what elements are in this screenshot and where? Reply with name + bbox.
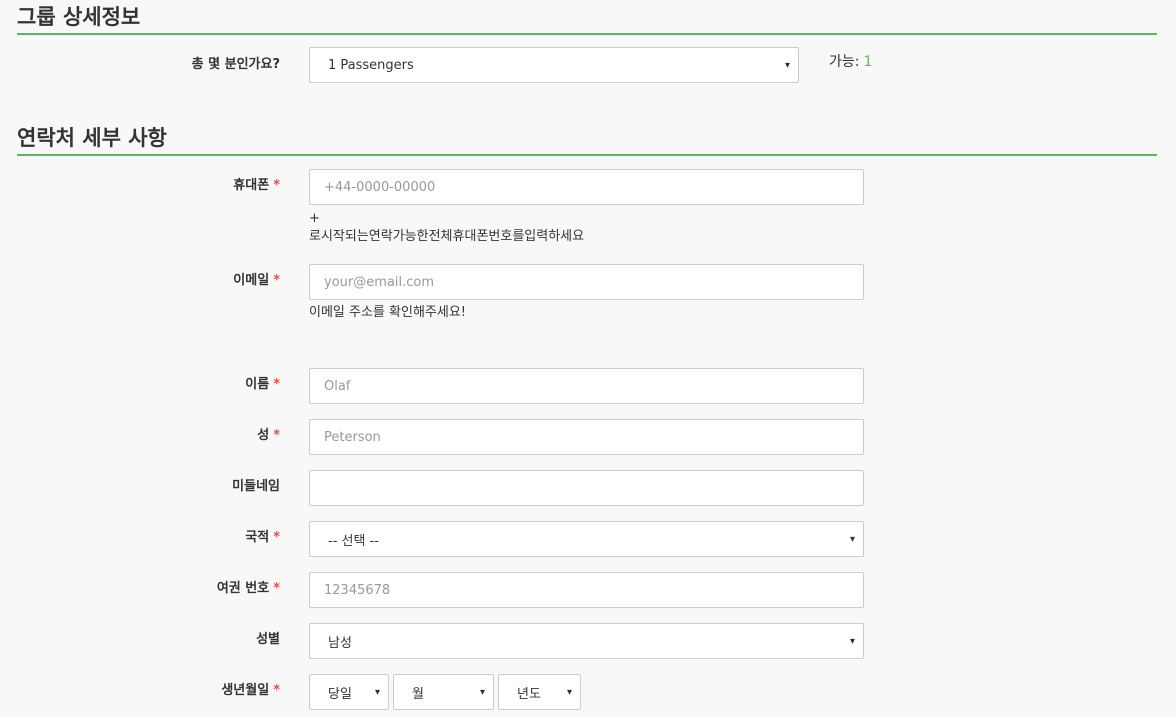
contact-details-divider	[17, 154, 1157, 156]
nationality-label: 국적 *	[245, 530, 280, 545]
required-marker: *	[273, 581, 280, 596]
birth-year-select[interactable]: 년도 ▾	[498, 674, 581, 710]
first-name-label: 이름 *	[245, 377, 280, 392]
required-marker: *	[273, 428, 280, 443]
middle-name-input[interactable]	[309, 470, 864, 506]
last-name-input[interactable]	[309, 419, 864, 455]
birth-year-value: 년도	[517, 686, 541, 702]
passengers-label: 총 몇 분인가요?	[191, 57, 280, 72]
availability-label: 가능:	[829, 54, 860, 70]
required-marker: *	[273, 377, 280, 392]
chevron-down-icon: ▾	[784, 59, 790, 71]
required-marker: *	[273, 273, 280, 288]
middle-name-label: 미들네임	[232, 479, 280, 494]
required-marker: *	[273, 683, 280, 698]
passport-input[interactable]	[309, 572, 864, 608]
phone-help-text: + 로시작되는연락가능한전체휴대폰번호를입력하세요	[309, 211, 585, 244]
birthdate-label: 생년월일 *	[221, 683, 280, 698]
availability-indicator: 가능: 1	[829, 52, 872, 72]
birth-day-select[interactable]: 당일 ▾	[309, 674, 389, 710]
passengers-select[interactable]: 1 Passengers ▾	[309, 47, 799, 83]
gender-select[interactable]: 남성 ▾	[309, 623, 864, 659]
chevron-down-icon: ▾	[374, 686, 380, 698]
email-help-text: 이메일 주소를 확인해주세요!	[309, 305, 466, 320]
nationality-select-value: -- 선택 --	[328, 533, 379, 549]
email-label: 이메일 *	[233, 273, 280, 288]
email-input[interactable]	[309, 264, 864, 300]
chevron-down-icon: ▾	[479, 686, 485, 698]
birth-month-value: 월	[412, 686, 424, 702]
last-name-label: 성 *	[257, 428, 280, 443]
phone-input[interactable]	[309, 169, 864, 205]
passport-label: 여권 번호 *	[216, 581, 280, 596]
required-marker: *	[273, 178, 280, 193]
availability-count: 1	[863, 54, 873, 70]
first-name-input[interactable]	[309, 368, 864, 404]
nationality-select[interactable]: -- 선택 -- ▾	[309, 521, 864, 557]
chevron-down-icon: ▾	[849, 635, 855, 647]
birth-month-select[interactable]: 월 ▾	[393, 674, 494, 710]
chevron-down-icon: ▾	[849, 533, 855, 545]
passengers-select-value: 1 Passengers	[328, 57, 414, 73]
group-details-title: 그룹 상세정보	[17, 5, 141, 29]
gender-select-value: 남성	[328, 635, 352, 651]
gender-label: 성별	[256, 632, 280, 647]
birth-day-value: 당일	[328, 686, 352, 702]
contact-details-title: 연락처 세부 사항	[17, 126, 167, 150]
phone-label: 휴대폰 *	[233, 178, 280, 193]
chevron-down-icon: ▾	[566, 686, 572, 698]
required-marker: *	[273, 530, 280, 545]
group-details-divider	[17, 33, 1157, 35]
